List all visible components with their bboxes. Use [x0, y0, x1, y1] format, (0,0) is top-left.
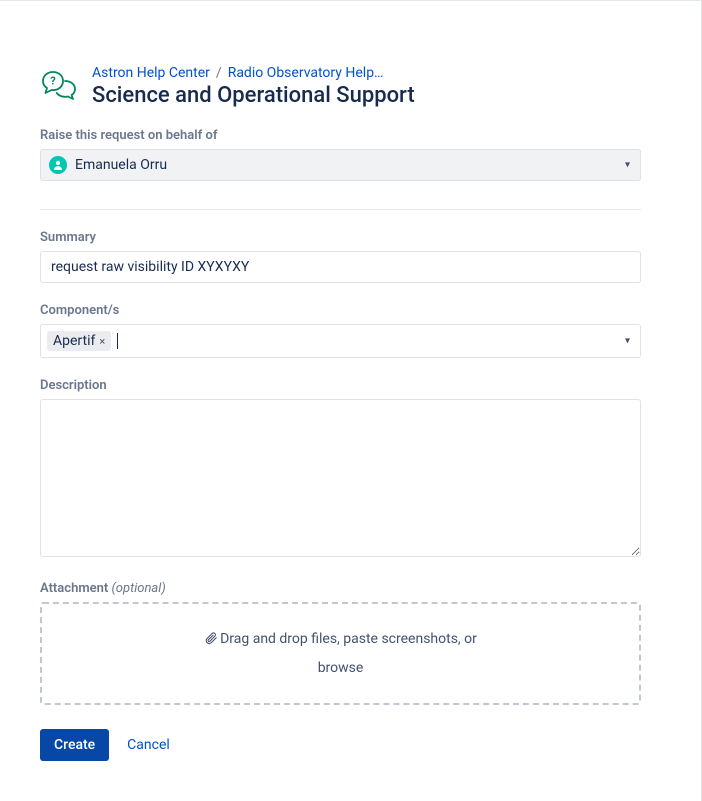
attachment-dropzone[interactable]: Drag and drop files, paste screenshots, …: [40, 602, 641, 705]
cancel-button[interactable]: Cancel: [123, 729, 174, 761]
browse-link[interactable]: browse: [318, 660, 364, 676]
chevron-down-icon: ▾: [625, 160, 630, 171]
remove-tag-icon[interactable]: ×: [99, 335, 105, 348]
paperclip-icon: [204, 628, 218, 655]
description-label: Description: [40, 378, 641, 393]
divider: [40, 209, 641, 210]
component-tag-label: Apertif: [53, 333, 95, 349]
breadcrumb-portal[interactable]: Radio Observatory Help…: [228, 65, 384, 81]
description-textarea[interactable]: [40, 399, 641, 557]
attachment-label: Attachment (optional): [40, 581, 641, 596]
text-cursor: [117, 333, 118, 349]
summary-input[interactable]: [40, 251, 641, 283]
components-select[interactable]: Apertif × ▾: [40, 324, 641, 358]
requester-select[interactable]: Emanuela Orru ▾: [40, 149, 641, 181]
create-button[interactable]: Create: [40, 729, 109, 761]
breadcrumb-separator: /: [216, 65, 222, 81]
svg-text:?: ?: [50, 75, 56, 88]
requester-label: Raise this request on behalf of: [40, 128, 641, 143]
dropzone-text: Drag and drop files, paste screenshots, …: [220, 631, 477, 647]
breadcrumb-root[interactable]: Astron Help Center: [92, 65, 210, 81]
component-tag: Apertif ×: [47, 331, 111, 351]
breadcrumb: Astron Help Center / Radio Observatory H…: [92, 65, 415, 81]
conversation-icon: ?: [40, 65, 80, 105]
page-title: Science and Operational Support: [92, 83, 415, 108]
summary-label: Summary: [40, 230, 641, 245]
chevron-down-icon: ▾: [625, 336, 630, 347]
components-label: Component/s: [40, 303, 641, 318]
requester-name: Emanuela Orru: [75, 157, 167, 173]
avatar-icon: [49, 156, 67, 174]
